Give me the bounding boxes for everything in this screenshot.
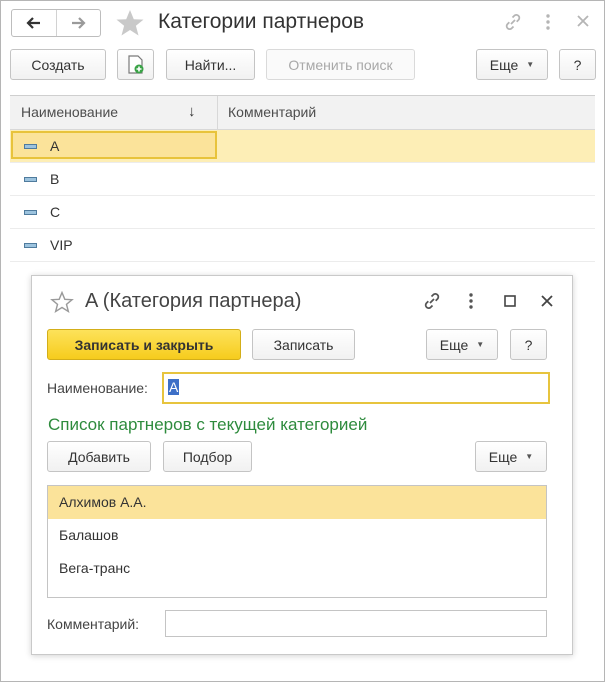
maximize-icon[interactable] (503, 294, 517, 308)
dialog-help-label: ? (524, 336, 533, 353)
categories-table: Наименование ↓ Комментарий A B C VIP (10, 95, 595, 265)
find-button[interactable]: Найти... (166, 49, 255, 80)
dialog-title: A (Категория партнера) (85, 290, 302, 312)
table-row[interactable]: VIP (10, 229, 595, 262)
table-row[interactable]: B (10, 163, 595, 196)
category-dialog: A (Категория партнера) Записать и закрыт… (31, 275, 573, 655)
save-button-label: Записать (273, 336, 334, 353)
selected-cell[interactable] (11, 131, 217, 159)
row-name: VIP (50, 237, 73, 253)
table-row[interactable]: A (10, 130, 595, 163)
star-icon[interactable] (115, 9, 145, 37)
more-button[interactable]: Еще ▼ (476, 49, 548, 80)
list-item-icon (24, 177, 37, 182)
partners-section-title: Список партнеров с текущей категорией (48, 415, 368, 434)
more-button-label: Еще (489, 56, 519, 73)
chevron-down-icon: ▼ (526, 60, 535, 69)
name-field-value[interactable]: A (168, 379, 180, 395)
find-button-label: Найти... (184, 56, 237, 73)
list-item[interactable]: Алхимов А.А. (48, 486, 546, 519)
table-row[interactable]: C (10, 196, 595, 229)
close-icon[interactable] (576, 14, 590, 28)
comment-field[interactable] (165, 610, 547, 637)
row-name: B (50, 171, 60, 187)
link-icon[interactable] (503, 12, 523, 32)
partner-name: Вега-транс (59, 560, 131, 576)
dialog-more-button[interactable]: Еще ▼ (426, 329, 498, 360)
create-button-label: Создать (31, 56, 85, 73)
list-item[interactable]: Балашов (48, 519, 546, 552)
back-button[interactable] (12, 10, 56, 36)
name-field-label: Наименование: (47, 380, 148, 396)
list-item[interactable]: Вега-транс (48, 552, 546, 585)
add-button-label: Добавить (68, 448, 130, 465)
partner-name: Балашов (59, 527, 119, 543)
name-field[interactable]: A (162, 372, 550, 404)
dialog-help-button[interactable]: ? (510, 329, 547, 360)
pick-button[interactable]: Подбор (163, 441, 252, 472)
create-button[interactable]: Создать (10, 49, 106, 80)
star-icon[interactable] (50, 291, 74, 313)
save-button[interactable]: Записать (252, 329, 355, 360)
copy-button[interactable] (117, 49, 154, 80)
more-vert-icon[interactable] (544, 12, 552, 32)
cancel-search-label: Отменить поиск (288, 56, 393, 73)
more-vert-icon[interactable] (467, 291, 475, 311)
back-arrow-icon (26, 17, 40, 29)
list-more-label: Еще (488, 448, 518, 465)
partners-list[interactable]: Алхимов А.А. Балашов Вега-транс (47, 485, 547, 598)
column-divider[interactable] (217, 96, 218, 130)
dialog-more-label: Еще (439, 336, 469, 353)
add-button[interactable]: Добавить (47, 441, 151, 472)
navigation-buttons (11, 9, 101, 37)
list-item-icon (24, 210, 37, 215)
list-item-icon (24, 144, 37, 149)
column-header-comment[interactable]: Комментарий (228, 104, 316, 120)
sort-arrow-icon[interactable]: ↓ (188, 103, 196, 120)
add-document-icon (127, 54, 143, 74)
forward-arrow-icon (72, 17, 86, 29)
list-item-icon (24, 243, 37, 248)
close-icon[interactable] (540, 294, 554, 308)
cancel-search-button[interactable]: Отменить поиск (266, 49, 415, 80)
help-button-label: ? (573, 56, 582, 73)
save-and-close-button[interactable]: Записать и закрыть (47, 329, 241, 360)
comment-field-label: Комментарий: (47, 616, 140, 632)
column-header-name[interactable]: Наименование (21, 104, 118, 120)
main-window: Категории партнеров Создать Найти... Отм… (0, 0, 605, 682)
page-title: Категории партнеров (158, 10, 365, 33)
list-more-button[interactable]: Еще ▼ (475, 441, 547, 472)
table-header: Наименование ↓ Комментарий (10, 96, 595, 130)
pick-button-label: Подбор (182, 448, 233, 465)
save-and-close-label: Записать и закрыть (74, 336, 214, 353)
chevron-down-icon: ▼ (476, 340, 485, 349)
row-name: C (50, 204, 61, 220)
help-button[interactable]: ? (559, 49, 596, 80)
row-name: A (50, 138, 60, 154)
link-icon[interactable] (422, 291, 442, 311)
chevron-down-icon: ▼ (525, 452, 534, 461)
title-bar: Категории партнеров (1, 1, 604, 45)
forward-button[interactable] (55, 10, 101, 36)
partner-name: Алхимов А.А. (59, 494, 147, 510)
